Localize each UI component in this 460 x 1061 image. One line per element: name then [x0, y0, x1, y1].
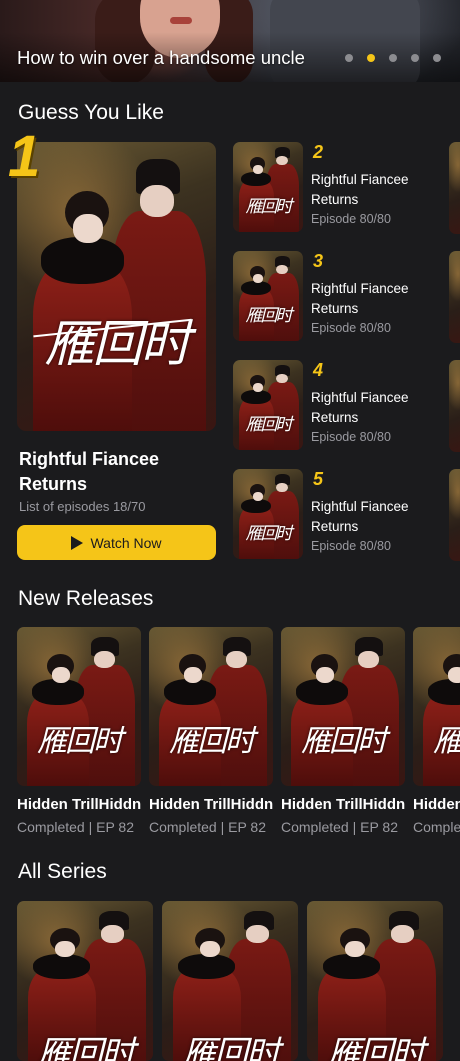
poster-calligraphy: 雁回时	[433, 724, 460, 760]
ranked-poster[interactable]: 雁回时	[233, 469, 303, 559]
new-release-poster[interactable]: 雁回时	[413, 627, 460, 786]
ranked-poster[interactable]: 雁回时	[233, 251, 303, 341]
banner-title: How to win over a handsome uncle	[17, 47, 305, 68]
ranked-item[interactable]: 雁回时 2 Rightful Fiancee Returns Episode 8…	[233, 142, 460, 234]
new-release-poster[interactable]: 雁回时	[149, 627, 273, 786]
hero-banner[interactable]: How to win over a handsome uncle	[0, 0, 460, 82]
section-title-guess-you-like: Guess You Like	[18, 101, 164, 124]
poster-calligraphy: 雁回时	[301, 724, 387, 760]
ranked-item[interactable]: 雁回时 5 Rightful Fiancee Returns Episode 8…	[233, 469, 460, 561]
section-title-new-releases: New Releases	[18, 587, 154, 610]
ranked-title: Rightful Fiancee Returns	[311, 281, 409, 316]
carousel-dot[interactable]	[345, 54, 353, 62]
poster-calligraphy: 雁回时	[245, 524, 293, 545]
next-column-poster[interactable]	[449, 142, 460, 234]
ranked-title: Rightful Fiancee Returns	[311, 390, 409, 425]
ranked-item[interactable]: 雁回时 4 Rightful Fiancee Returns Episode 8…	[233, 360, 460, 452]
poster-calligraphy: 雁回时	[37, 724, 123, 760]
rank-number: 2	[313, 142, 324, 162]
poster-calligraphy: 雁回时	[44, 314, 191, 373]
ranked-episode: Episode 80/80	[311, 539, 391, 553]
new-release-title: Hidden	[413, 796, 460, 813]
carousel-dot[interactable]	[389, 54, 397, 62]
ranked-poster[interactable]: 雁回时	[233, 142, 303, 232]
new-release-status: Completed | EP 82	[149, 819, 267, 835]
new-release-title: Hidden TrillHiddn	[149, 796, 274, 813]
ranked-episode: Episode 80/80	[311, 212, 391, 226]
poster-calligraphy: 雁回时	[245, 197, 293, 218]
new-release-status: Completed | EP 82	[281, 819, 399, 835]
new-release-title: Hidden TrillHiddn	[17, 796, 142, 813]
rank-number: 5	[313, 469, 324, 489]
carousel-dot[interactable]	[433, 54, 441, 62]
rank-number: 4	[313, 360, 324, 380]
rank-number: 3	[313, 251, 324, 271]
ranked-item[interactable]: 雁回时 3 Rightful Fiancee Returns Episode 8…	[233, 251, 460, 343]
next-column-poster[interactable]	[449, 251, 460, 343]
series-poster[interactable]: 雁回时	[307, 901, 443, 1061]
new-release-status: Completed | EP 82	[17, 819, 135, 835]
poster-calligraphy: 雁回时	[169, 724, 255, 760]
ranked-poster[interactable]: 雁回时	[233, 360, 303, 450]
new-release-status: Comple	[413, 819, 460, 835]
play-icon	[71, 535, 84, 550]
featured-episodes: List of episodes 18/70	[19, 499, 146, 514]
poster-calligraphy: 雁回时	[245, 306, 293, 327]
featured-poster[interactable]: 雁回时	[17, 142, 216, 431]
new-release-card[interactable]: 雁回时 Hidden Comple	[413, 627, 460, 847]
featured-title[interactable]: Rightful Fiancee Returns	[19, 447, 209, 497]
poster-calligraphy: 雁回时	[327, 1033, 425, 1061]
series-card[interactable]: 雁回时	[17, 901, 153, 1061]
new-release-poster[interactable]: 雁回时	[17, 627, 141, 786]
ranked-episode: Episode 80/80	[311, 430, 391, 444]
poster-calligraphy: 雁回时	[182, 1033, 280, 1061]
next-column-poster[interactable]	[449, 360, 460, 452]
section-title-all-series: All Series	[18, 860, 107, 883]
ranked-episode: Episode 80/80	[311, 321, 391, 335]
rank-number-featured: 1	[8, 124, 41, 189]
carousel-dot[interactable]	[411, 54, 419, 62]
ranked-title: Rightful Fiancee Returns	[311, 499, 409, 534]
series-poster[interactable]: 雁回时	[162, 901, 298, 1061]
next-column-poster[interactable]	[449, 469, 460, 561]
watch-now-label: Watch Now	[90, 534, 162, 551]
carousel-indicator	[345, 54, 441, 62]
new-release-poster[interactable]: 雁回时	[281, 627, 405, 786]
poster-calligraphy: 雁回时	[245, 415, 293, 436]
watch-now-button[interactable]: Watch Now	[17, 525, 216, 560]
carousel-dot-active[interactable]	[367, 54, 375, 62]
poster-calligraphy: 雁回时	[37, 1033, 135, 1061]
series-card[interactable]: 雁回时	[162, 901, 298, 1061]
new-release-title: Hidden TrillHiddn	[281, 796, 406, 813]
ranked-title: Rightful Fiancee Returns	[311, 172, 409, 207]
series-card[interactable]: 雁回时	[307, 901, 443, 1061]
series-poster[interactable]: 雁回时	[17, 901, 153, 1061]
